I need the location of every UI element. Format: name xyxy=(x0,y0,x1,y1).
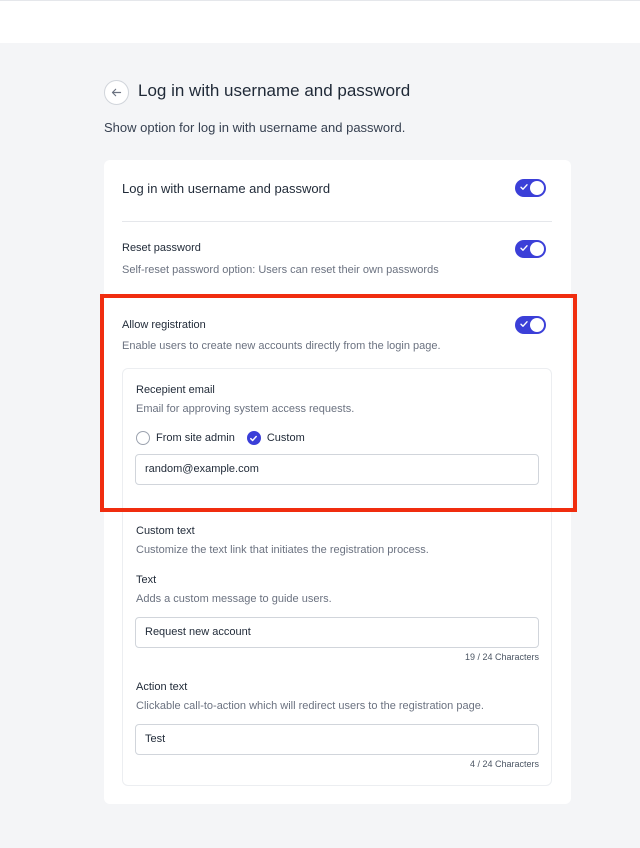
text-character-counter: 19 / 24 Characters xyxy=(464,652,539,662)
login-toggle[interactable] xyxy=(515,179,546,197)
check-icon xyxy=(250,435,258,441)
top-bar xyxy=(0,0,640,43)
check-icon xyxy=(520,184,528,190)
action-text-label: Action text xyxy=(136,681,188,693)
recipient-radio-group: From site admin Custom xyxy=(136,431,317,445)
reset-password-description: Self-reset password option: Users can re… xyxy=(122,264,439,276)
page-subtitle: Show option for log in with username and… xyxy=(104,120,406,135)
allow-registration-description: Enable users to create new accounts dire… xyxy=(122,340,441,352)
arrow-left-icon xyxy=(111,88,122,97)
radio-label-custom: Custom xyxy=(266,432,305,444)
check-icon xyxy=(520,245,528,251)
toggle-knob xyxy=(530,318,544,332)
settings-card: Log in with username and password Reset … xyxy=(104,160,571,804)
radio-from-site-admin[interactable] xyxy=(136,431,150,445)
check-icon xyxy=(520,321,528,327)
text-label: Text xyxy=(136,574,157,586)
toggle-knob xyxy=(530,242,544,256)
allow-registration-toggle[interactable] xyxy=(515,316,546,334)
custom-text-label: Custom text xyxy=(136,525,195,537)
action-text-input[interactable]: Test xyxy=(135,724,539,755)
back-button[interactable] xyxy=(104,80,129,105)
recipient-email-description: Email for approving system access reques… xyxy=(136,403,355,415)
action-text-character-counter: 4 / 24 Characters xyxy=(469,759,539,769)
page-title: Log in with username and password xyxy=(138,81,411,100)
reset-password-toggle[interactable] xyxy=(515,240,546,258)
reset-password-label: Reset password xyxy=(122,242,201,254)
radio-custom[interactable] xyxy=(246,431,261,445)
login-setting-label: Log in with username and password xyxy=(122,181,331,196)
action-text-description: Clickable call-to-action which will redi… xyxy=(136,700,484,712)
allow-registration-label: Allow registration xyxy=(122,319,206,331)
divider xyxy=(122,221,552,222)
recipient-email-input[interactable]: random@example.com xyxy=(135,454,539,485)
registration-settings-panel: Recepient email Email for approving syst… xyxy=(122,368,552,786)
toggle-knob xyxy=(530,181,544,195)
radio-label-from-site-admin: From site admin xyxy=(156,432,235,444)
custom-text-description: Customize the text link that initiates t… xyxy=(136,544,429,556)
text-input[interactable]: Request new account xyxy=(135,617,539,648)
text-description: Adds a custom message to guide users. xyxy=(136,593,332,605)
recipient-email-label: Recepient email xyxy=(136,384,215,396)
